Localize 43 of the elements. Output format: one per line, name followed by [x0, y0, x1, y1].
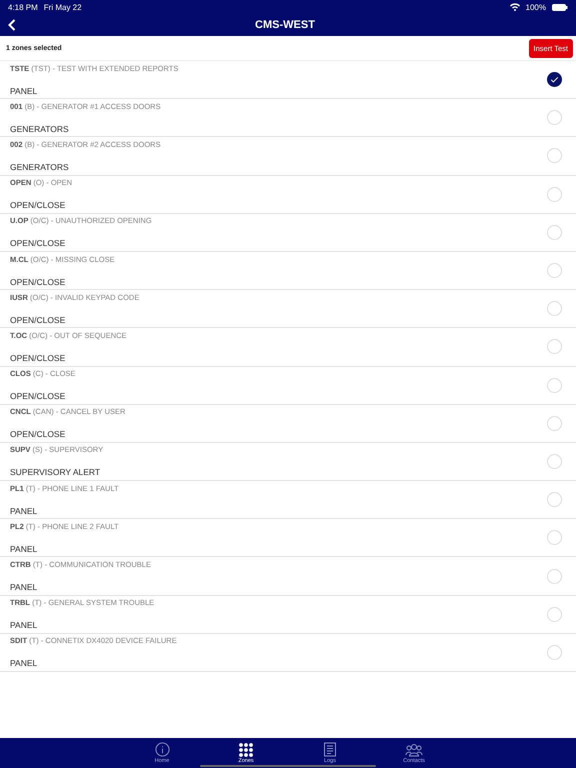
zone-group: PANEL [10, 582, 547, 592]
select-circle[interactable] [547, 644, 562, 660]
zone-group: PANEL [10, 544, 547, 554]
zone-group: OPEN/CLOSE [10, 276, 547, 287]
status-date: Fri May 22 [44, 2, 82, 12]
select-circle[interactable] [547, 110, 562, 126]
zone-group: SUPERVISORY ALERT [10, 467, 547, 478]
battery-percent: 100% [526, 2, 546, 12]
select-circle[interactable] [547, 492, 562, 508]
select-circle[interactable] [547, 224, 562, 240]
wifi-icon [510, 3, 520, 11]
zone-group: PANEL [10, 506, 547, 516]
zone-group: OPEN/CLOSE [10, 391, 547, 402]
checkmark-icon[interactable] [547, 72, 562, 88]
zone-group: OPEN/CLOSE [10, 314, 547, 325]
screen-title: CMS-WEST [254, 19, 316, 31]
document-icon [323, 742, 337, 757]
zone-group: PANEL [10, 86, 547, 96]
zone-group: OPEN/CLOSE [10, 238, 547, 248]
select-circle[interactable] [547, 301, 562, 316]
zone-group: GENERATORS [10, 162, 547, 172]
select-circle[interactable] [547, 378, 562, 393]
zone-group: OPEN/CLOSE [10, 429, 547, 440]
zone-group: GENERATORS [10, 124, 547, 134]
info-icon [154, 742, 170, 757]
people-icon [405, 743, 423, 757]
status-time: 4:18 PM [8, 2, 38, 12]
back-icon[interactable] [8, 19, 16, 31]
battery-icon [552, 4, 568, 10]
select-circle[interactable] [547, 416, 562, 431]
zone-group: PANEL [10, 658, 547, 668]
select-circle[interactable] [547, 606, 562, 622]
zone-group: OPEN/CLOSE [10, 352, 547, 363]
select-circle[interactable] [547, 263, 562, 278]
zone-group: OPEN/CLOSE [10, 200, 547, 210]
select-circle[interactable] [547, 339, 562, 354]
select-circle[interactable] [547, 148, 562, 164]
grid-icon [239, 743, 253, 757]
select-circle[interactable] [547, 568, 562, 584]
select-circle[interactable] [547, 186, 562, 202]
select-circle[interactable] [547, 530, 562, 546]
select-circle[interactable] [547, 454, 562, 469]
zone-group: PANEL [10, 620, 547, 630]
